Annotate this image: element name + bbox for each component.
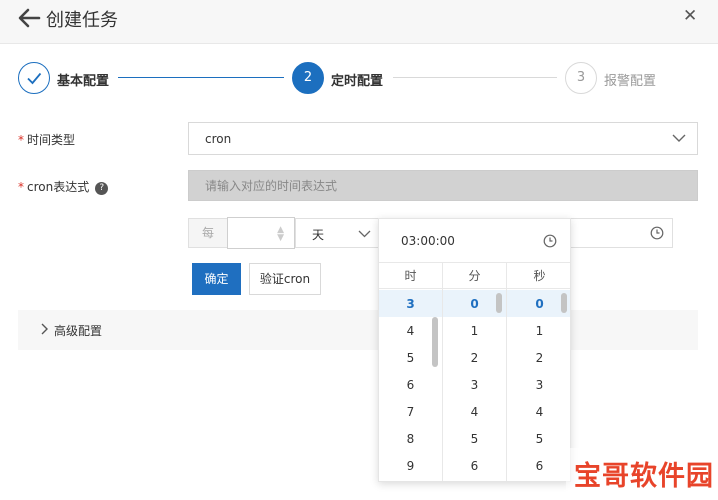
help-icon[interactable]: ?: [95, 182, 109, 195]
step-connector-1: [118, 77, 284, 78]
required-mark: *: [18, 133, 24, 147]
minute-option[interactable]: 5: [443, 432, 506, 446]
step-1-check-icon: [18, 62, 50, 94]
confirm-button[interactable]: 确定: [192, 263, 241, 295]
verify-cron-button[interactable]: 验证cron: [249, 263, 321, 295]
hour-option[interactable]: 3: [379, 297, 442, 311]
minute-option[interactable]: 1: [443, 324, 506, 338]
hour-header: 时: [379, 263, 442, 289]
step-1-label: 基本配置: [57, 74, 110, 89]
time-input[interactable]: [560, 218, 673, 248]
time-type-label-text: 时间类型: [27, 133, 76, 147]
second-option[interactable]: 5: [507, 432, 570, 446]
chevron-down-icon: [358, 230, 371, 238]
step-3-label: 报警配置: [604, 74, 657, 89]
second-option[interactable]: 1: [507, 324, 570, 338]
dialog-header: 创建任务 ✕: [0, 0, 718, 44]
time-picker-value[interactable]: 03:00:00: [401, 234, 455, 248]
dialog-title: 创建任务: [46, 10, 118, 31]
second-option[interactable]: 2: [507, 351, 570, 365]
minute-option[interactable]: 2: [443, 351, 506, 365]
cron-expression-input[interactable]: [188, 170, 698, 201]
interval-unit-value: 天: [312, 228, 325, 242]
second-option[interactable]: 6: [507, 459, 570, 473]
arrow-left-icon[interactable]: [17, 7, 41, 29]
minute-option[interactable]: 6: [443, 459, 506, 473]
hour-option[interactable]: 8: [379, 432, 442, 446]
interval-number-input[interactable]: ▲ ▼: [227, 217, 295, 249]
second-scrollbar[interactable]: [561, 293, 567, 313]
close-icon[interactable]: ✕: [683, 6, 697, 26]
required-mark: *: [18, 180, 24, 194]
second-option[interactable]: 3: [507, 378, 570, 392]
time-type-select[interactable]: cron: [188, 122, 698, 155]
time-type-value: cron: [205, 132, 232, 146]
second-column[interactable]: 秒 0 1 2 3 4 5 6: [507, 263, 570, 481]
minute-column[interactable]: 分 0 1 2 3 4 5 6: [443, 263, 507, 481]
hour-option[interactable]: 6: [379, 378, 442, 392]
step-2-label: 定时配置: [331, 74, 384, 89]
second-header: 秒: [507, 263, 570, 289]
clock-icon: [543, 234, 557, 248]
time-picker-popup: 03:00:00 时 3 4 5 6 7 8 9 分 0 1 2 3 4 5 6…: [378, 218, 571, 482]
minute-header: 分: [443, 263, 506, 289]
cron-label-text: cron表达式: [27, 180, 90, 194]
minute-option[interactable]: 4: [443, 405, 506, 419]
minute-option[interactable]: 3: [443, 378, 506, 392]
hour-option[interactable]: 7: [379, 405, 442, 419]
interval-unit-select[interactable]: 天: [295, 218, 380, 248]
step-3-number: 3: [565, 62, 597, 94]
watermark: 宝哥软件园: [566, 448, 716, 496]
watermark-text: 宝哥软件园: [574, 461, 714, 492]
hour-scrollbar[interactable]: [432, 317, 438, 367]
time-type-label: * 时间类型: [18, 131, 75, 148]
hour-option[interactable]: 9: [379, 459, 442, 473]
chevron-right-icon: [41, 323, 48, 335]
minute-scrollbar[interactable]: [496, 293, 502, 313]
step-2-number: 2: [292, 62, 324, 94]
step-connector-2: [393, 77, 557, 78]
hour-column[interactable]: 时 3 4 5 6 7 8 9: [379, 263, 443, 481]
second-option[interactable]: 4: [507, 405, 570, 419]
advanced-config-collapse[interactable]: 高级配置: [18, 310, 698, 350]
chevron-down-icon: [672, 134, 686, 142]
advanced-config-label: 高级配置: [54, 324, 103, 338]
cron-expression-label: * cron表达式?: [18, 178, 109, 195]
every-prefix: 每: [188, 218, 228, 248]
clock-icon: [650, 226, 664, 240]
spinner-arrows-icon[interactable]: ▲ ▼: [277, 226, 284, 243]
